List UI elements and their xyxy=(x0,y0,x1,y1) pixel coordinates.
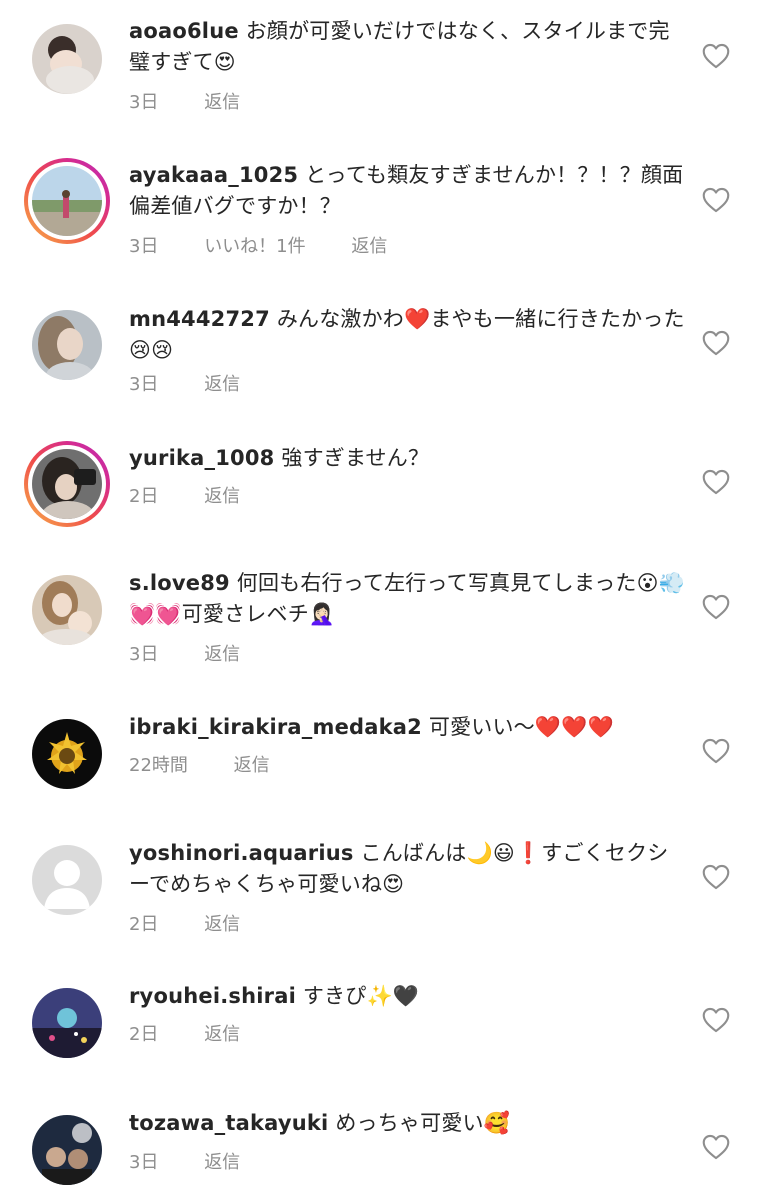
user-avatar[interactable] xyxy=(32,845,102,915)
avatar-photo xyxy=(32,575,102,645)
reply-button[interactable]: 返信 xyxy=(204,910,240,936)
comment-meta: 3日 返信 xyxy=(129,640,240,666)
avatar-photo xyxy=(32,310,102,380)
reply-button[interactable]: 返信 xyxy=(204,1148,240,1174)
story-ring[interactable] xyxy=(24,158,110,244)
comment-text-block: ayakaaa_1025 とっても類友すぎませんか！？！？顔面偏差値バグですか！… xyxy=(129,160,689,222)
avatar-photo xyxy=(32,166,102,236)
comment-username[interactable]: yoshinori.aquarius xyxy=(129,841,354,865)
comment-username[interactable]: ibraki_kirakira_medaka2 xyxy=(129,715,422,739)
heart-outline-icon[interactable] xyxy=(702,594,730,620)
user-avatar[interactable] xyxy=(32,719,102,789)
comment-meta: 2日 返信 xyxy=(129,910,240,936)
comment-text-block: ibraki_kirakira_medaka2 可愛いい〜❤️❤️❤️ xyxy=(129,712,689,743)
comment-meta: 22時間 返信 xyxy=(129,751,270,777)
comment-time: 2日 xyxy=(129,914,159,935)
comment-body: めっちゃ可愛い🥰 xyxy=(335,1111,511,1135)
heart-outline-icon[interactable] xyxy=(702,43,730,69)
user-avatar[interactable] xyxy=(32,24,102,94)
comment-meta: 3日 返信 xyxy=(129,88,240,114)
avatar-photo xyxy=(32,1115,102,1185)
reply-button[interactable]: 返信 xyxy=(204,482,240,508)
comment-meta: 3日 いいね！1件 返信 xyxy=(129,232,387,258)
heart-outline-icon[interactable] xyxy=(702,330,730,356)
comment-like-count[interactable]: いいね！1件 xyxy=(204,232,305,258)
comment-username[interactable]: yurika_1008 xyxy=(129,446,274,470)
comment-time: 2日 xyxy=(129,1024,159,1045)
comment-time: 3日 xyxy=(129,1152,159,1173)
comment-meta: 2日 返信 xyxy=(129,482,240,508)
reply-button[interactable]: 返信 xyxy=(204,88,240,114)
comment-username[interactable]: ayakaaa_1025 xyxy=(129,163,298,187)
comment-time: 22時間 xyxy=(129,755,188,776)
comment-meta: 2日 返信 xyxy=(129,1020,240,1046)
heart-outline-icon[interactable] xyxy=(702,469,730,495)
comment-body: 強すぎません？ xyxy=(281,446,430,470)
heart-outline-icon[interactable] xyxy=(702,1134,730,1160)
user-avatar[interactable] xyxy=(32,449,102,519)
comment-text-block: yoshinori.aquarius こんばんは🌙😃❗️すごくセクシーでめちゃく… xyxy=(129,838,689,900)
avatar-photo xyxy=(32,24,102,94)
user-avatar[interactable] xyxy=(32,988,102,1058)
comment-text-block: ryouhei.shirai すきぴ✨🖤 xyxy=(129,981,689,1012)
comment-username[interactable]: s.love89 xyxy=(129,571,230,595)
comment-text-block: aoao6lue お顔が可愛いだけではなく、スタイルまで完璧すぎて😍 xyxy=(129,16,689,78)
reply-button[interactable]: 返信 xyxy=(204,370,240,396)
heart-outline-icon[interactable] xyxy=(702,1007,730,1033)
avatar-photo xyxy=(32,449,102,519)
heart-outline-icon[interactable] xyxy=(702,187,730,213)
avatar-photo xyxy=(32,845,102,915)
comment-text-block: mn4442727 みんな激かわ❤️まやも一緒に行きたかった😢😢 xyxy=(129,304,689,366)
comment-time: 3日 xyxy=(129,92,159,113)
story-ring[interactable] xyxy=(24,441,110,527)
reply-button[interactable]: 返信 xyxy=(351,232,387,258)
comment-username[interactable]: mn4442727 xyxy=(129,307,270,331)
comment-time: 3日 xyxy=(129,644,159,665)
heart-outline-icon[interactable] xyxy=(702,738,730,764)
comment-time: 3日 xyxy=(129,236,159,257)
user-avatar[interactable] xyxy=(32,310,102,380)
reply-button[interactable]: 返信 xyxy=(234,751,270,777)
avatar-photo xyxy=(32,988,102,1058)
comment-username[interactable]: aoao6lue xyxy=(129,19,239,43)
comment-text-block: s.love89 何回も右行って左行って写真見てしまった😮💨💓💓可愛さレベチ🤦🏻… xyxy=(129,568,689,630)
user-avatar[interactable] xyxy=(32,166,102,236)
comment-username[interactable]: tozawa_takayuki xyxy=(129,1111,328,1135)
comment-meta: 3日 返信 xyxy=(129,370,240,396)
reply-button[interactable]: 返信 xyxy=(204,640,240,666)
comment-text-block: tozawa_takayuki めっちゃ可愛い🥰 xyxy=(129,1108,689,1139)
user-avatar[interactable] xyxy=(32,1115,102,1185)
comment-text-block: yurika_1008 強すぎません？ xyxy=(129,443,689,474)
comment-username[interactable]: ryouhei.shirai xyxy=(129,984,296,1008)
avatar-photo xyxy=(32,719,102,789)
comment-body: すきぴ✨🖤 xyxy=(302,984,420,1008)
user-avatar[interactable] xyxy=(32,575,102,645)
comment-time: 2日 xyxy=(129,486,159,507)
reply-button[interactable]: 返信 xyxy=(204,1020,240,1046)
comment-meta: 3日 返信 xyxy=(129,1148,240,1174)
heart-outline-icon[interactable] xyxy=(702,864,730,890)
comment-time: 3日 xyxy=(129,374,159,395)
comment-body: 可愛いい〜❤️❤️❤️ xyxy=(428,715,614,739)
